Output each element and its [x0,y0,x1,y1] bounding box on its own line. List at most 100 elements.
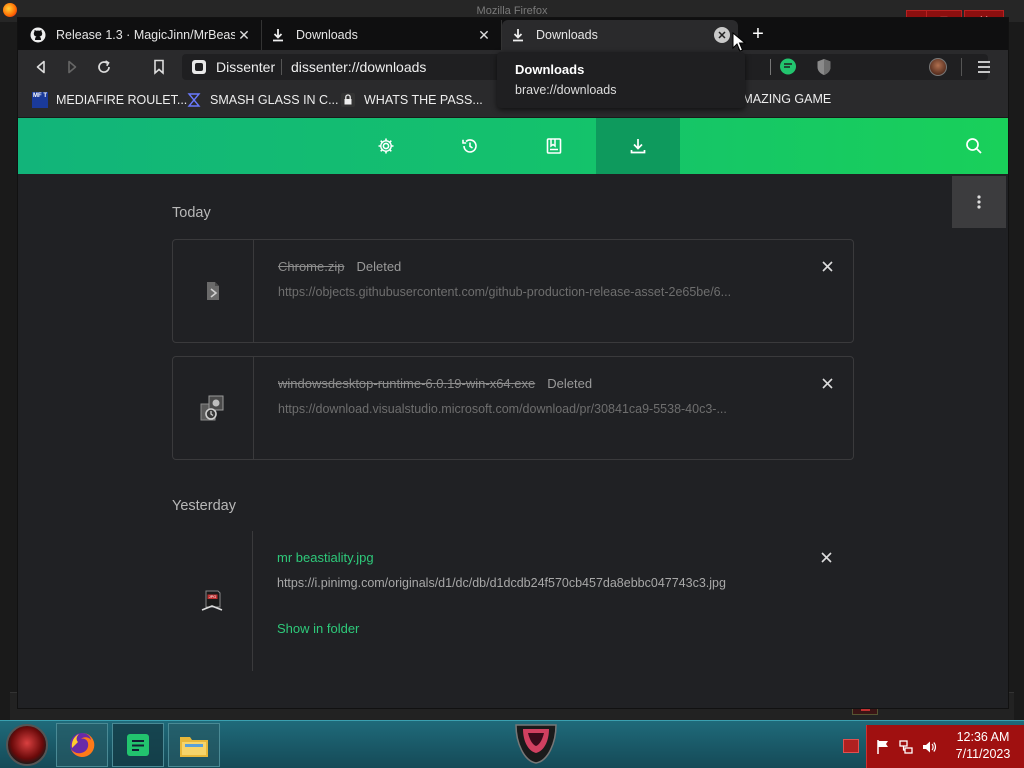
zip-file-icon [207,282,219,300]
clock-time: 12:36 AM [956,730,1010,744]
helmet-icon [515,724,557,764]
bookmarks-icon [546,138,562,154]
section-header-today: Today [172,205,211,221]
download-item: JPG mr beastiality.jpg https://i.pinimg.… [172,531,854,671]
flag-icon [877,740,888,754]
site-info-icon[interactable] [192,60,206,74]
bookmark-label: AMAZING GAME [734,92,832,106]
downloads-header-bar [18,118,1008,174]
taskbar-center-app[interactable] [508,721,564,765]
nav-settings[interactable] [344,118,428,174]
shield-icon[interactable] [814,57,834,77]
taskbar-notes[interactable] [112,723,164,767]
volume-icon [923,741,937,753]
reload-icon [98,60,110,73]
bookmark-label: SMASH GLASS IN C... [210,93,339,107]
close-icon[interactable]: ✕ [714,27,730,43]
background-window-title: Mozilla Firefox [476,5,548,17]
hourglass-icon [187,93,201,107]
download-url[interactable]: https://i.pinimg.com/originals/d1/dc/db/… [277,576,797,590]
nav-bookmarks[interactable] [512,118,596,174]
reload-button[interactable] [93,56,115,78]
taskbar-file-explorer[interactable] [168,723,220,767]
bookmark-mediafire[interactable]: MF T MEDIAFIRE ROULET... [32,92,187,108]
bookmark-smash-glass[interactable]: SMASH GLASS IN C... [186,92,339,108]
close-icon[interactable]: ✕ [475,26,493,44]
jpg-file-icon: JPG [201,590,223,611]
remove-download-button[interactable] [819,375,835,391]
taskbar-firefox[interactable] [56,723,108,767]
download-filename[interactable]: mr beastiality.jpg [277,550,374,565]
file-icon-column [173,357,254,459]
remove-download-button[interactable] [819,258,835,274]
back-button[interactable] [30,56,52,78]
lock-icon [341,93,355,107]
clock[interactable]: 12:36 AM 7/11/2023 [943,729,1023,763]
close-icon [820,551,832,563]
remove-download-button[interactable] [818,549,834,565]
new-tab-button[interactable]: + [748,24,768,45]
download-url[interactable]: https://objects.githubusercontent.com/gi… [278,285,778,299]
more-actions-button[interactable] [952,176,1006,228]
site-name: Dissenter [216,59,276,75]
taskbar: 12:36 AM 7/11/2023 [0,720,1024,768]
show-in-folder-link[interactable]: Show in folder [277,621,359,636]
hamburger-menu-icon[interactable] [976,58,992,76]
installer-icon [200,395,224,421]
forward-button[interactable] [61,56,83,78]
profile-avatar[interactable] [929,58,947,76]
file-explorer-icon [180,737,208,757]
bookmark-whats-the-pass[interactable]: WHATS THE PASS... [340,92,483,108]
tab-tooltip: Downloads brave://downloads [497,52,745,108]
downloads-page: Today Chrome.zip Deleted https://objects.… [18,118,1008,708]
download-filename[interactable]: Chrome.zip Deleted [278,259,401,274]
download-icon [630,139,646,154]
system-tray: 12:36 AM 7/11/2023 [866,725,1024,768]
bookmark-label: MEDIAFIRE ROULET... [56,93,188,107]
bookmark-label: WHATS THE PASS... [364,93,483,107]
back-icon [36,60,45,74]
file-icon-column [173,240,254,342]
forward-icon [68,60,77,74]
download-item: Chrome.zip Deleted https://objects.github… [172,239,854,343]
github-icon [30,27,46,43]
network-icon [899,740,913,754]
tab-title: Downloads [536,28,598,42]
divider [281,59,282,75]
tab-github-release[interactable]: Release 1.3 · MagicJinn/MrBeastify ✕ [22,20,262,50]
nav-history[interactable] [428,118,512,174]
download-filename[interactable]: windowsdesktop-runtime-6.0.19-win-x64.ex… [278,376,592,391]
tray-notification-icon[interactable] [843,739,859,753]
history-icon [462,139,477,153]
close-icon [821,260,833,272]
search-icon[interactable] [964,136,984,156]
firefox-icon [70,732,95,757]
download-url[interactable]: https://download.visualstudio.microsoft.… [278,402,778,416]
bookmark-amazing-game[interactable]: AMAZING GAME [734,92,831,106]
gear-icon [378,138,394,154]
nav-downloads[interactable] [596,118,680,174]
more-vertical-icon [977,195,981,209]
bookmark-page-button[interactable] [148,56,170,78]
tab-downloads-active[interactable]: Downloads ✕ [502,20,738,50]
bookmark-icon [154,59,164,75]
clock-date: 7/11/2023 [955,747,1011,761]
close-icon[interactable]: ✕ [235,26,253,44]
tooltip-title: Downloads [515,62,585,77]
tab-downloads[interactable]: Downloads ✕ [262,20,502,50]
start-button[interactable] [6,724,48,766]
divider [961,58,962,76]
browser-window: Release 1.3 · MagicJinn/MrBeastify ✕ Dow… [18,18,1008,708]
file-icon-column: JPG [172,531,253,671]
tab-title: Downloads [296,28,358,42]
tab-title: Release 1.3 · MagicJinn/MrBeastify [56,28,235,42]
url-text[interactable]: dissenter://downloads [291,59,426,75]
download-icon [510,27,526,43]
svg-text:JPG: JPG [209,595,216,599]
notes-icon [127,734,149,756]
close-icon [821,377,833,389]
mediafire-icon: MF T [32,92,48,108]
section-header-yesterday: Yesterday [172,498,236,514]
download-status: Deleted [356,259,402,274]
dissenter-comments-icon[interactable] [778,57,798,77]
